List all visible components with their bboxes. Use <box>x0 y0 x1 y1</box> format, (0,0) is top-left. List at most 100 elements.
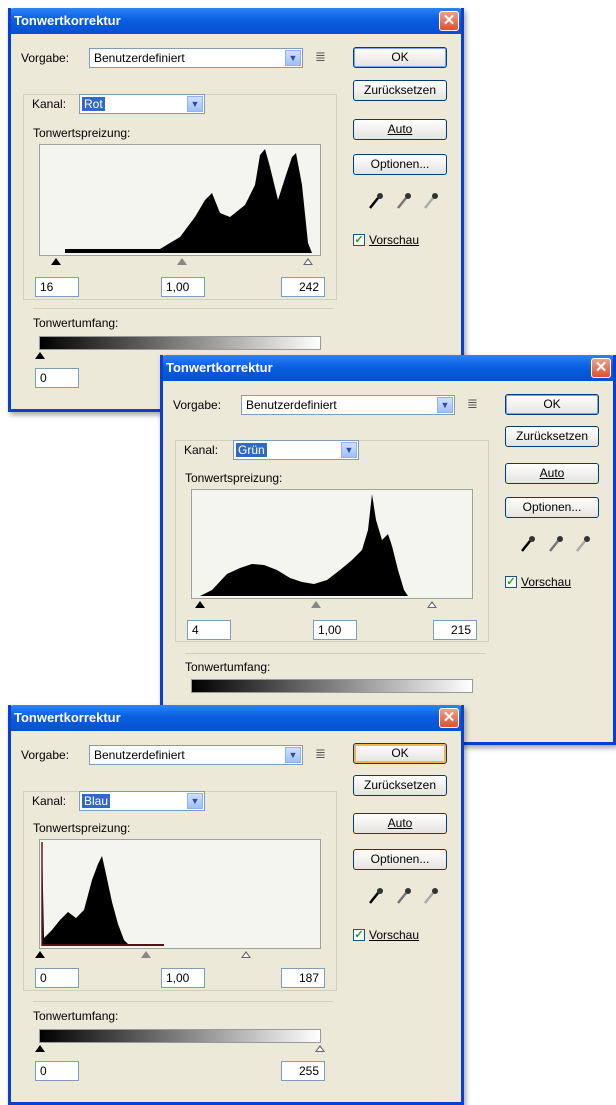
eyedropper-icons[interactable] <box>519 535 595 553</box>
output-black-field[interactable]: 0 <box>35 368 79 388</box>
channel-select[interactable]: Grün ▼ <box>233 440 359 460</box>
preview-label: Vorschau <box>369 233 420 247</box>
input-black-field[interactable]: 16 <box>35 277 79 297</box>
preview-checkbox[interactable]: ✓ <box>505 576 517 588</box>
ok-button[interactable]: OK <box>353 47 447 68</box>
white-eyedropper-icon <box>576 536 590 552</box>
channel-label: Kanal: <box>181 443 222 457</box>
input-gamma-field[interactable]: 1,00 <box>161 277 205 297</box>
input-white-slider[interactable] <box>427 601 437 608</box>
input-black-slider[interactable] <box>51 258 61 265</box>
levels-dialog-red: Tonwertkorrektur ✕ Vorgabe: Benutzerdefi… <box>8 8 464 412</box>
ok-button[interactable]: OK <box>505 394 599 415</box>
input-gamma-slider[interactable] <box>141 951 151 958</box>
input-gamma-slider[interactable] <box>177 258 187 265</box>
input-black-field[interactable]: 0 <box>35 968 79 988</box>
channel-select[interactable]: Blau ▼ <box>79 791 205 811</box>
close-button[interactable]: ✕ <box>439 11 459 31</box>
title-bar[interactable]: Tonwertkorrektur ✕ <box>163 355 613 381</box>
preset-value: Benutzerdefiniert <box>94 51 185 65</box>
options-label: Optionen... <box>370 852 430 866</box>
histogram-graph <box>200 494 408 596</box>
preview-checkbox[interactable]: ✓ <box>353 929 365 941</box>
preset-select[interactable]: Benutzerdefiniert ▼ <box>89 48 303 68</box>
reset-button[interactable]: Zurücksetzen <box>353 80 447 101</box>
options-label: Optionen... <box>522 500 582 514</box>
input-black-slider[interactable] <box>195 601 205 608</box>
chevron-down-icon[interactable]: ▼ <box>285 50 301 66</box>
preview-checkbox[interactable]: ✓ <box>353 234 365 246</box>
output-black-field[interactable]: 0 <box>35 1061 79 1081</box>
input-levels-label: Tonwertspreizung: <box>33 821 131 835</box>
preset-value: Benutzerdefiniert <box>94 748 185 762</box>
close-button[interactable]: ✕ <box>591 358 611 378</box>
ok-button[interactable]: OK <box>353 743 447 764</box>
white-eyedropper-icon <box>424 193 438 209</box>
options-button[interactable]: Optionen... <box>353 154 447 175</box>
preset-value: Benutzerdefiniert <box>246 398 337 412</box>
input-white-field[interactable]: 187 <box>281 968 325 988</box>
eyedropper-group <box>519 535 595 553</box>
preset-menu-icon[interactable]: ≣ <box>315 746 326 762</box>
gray-eyedropper-icon <box>549 536 563 552</box>
preset-select[interactable]: Benutzerdefiniert ▼ <box>89 745 303 765</box>
preset-select[interactable]: Benutzerdefiniert ▼ <box>241 395 455 415</box>
channel-label: Kanal: <box>29 794 70 808</box>
levels-dialog-blue: Tonwertkorrektur ✕ Vorgabe: Benutzerdefi… <box>8 705 464 1105</box>
input-white-slider[interactable] <box>241 951 251 958</box>
output-white-slider[interactable] <box>315 1045 325 1052</box>
output-levels-label: Tonwertumfang: <box>33 1009 119 1023</box>
output-black-slider[interactable] <box>35 352 45 359</box>
chevron-down-icon[interactable]: ▼ <box>437 397 453 413</box>
input-levels-label: Tonwertspreizung: <box>185 471 283 485</box>
input-white-field[interactable]: 215 <box>433 620 477 640</box>
auto-button[interactable]: Auto <box>353 813 447 834</box>
output-black-slider[interactable] <box>35 1045 45 1052</box>
black-eyedropper-icon <box>521 536 535 552</box>
chevron-down-icon[interactable]: ▼ <box>341 442 357 458</box>
title-bar[interactable]: Tonwertkorrektur ✕ <box>11 8 461 34</box>
preset-menu-icon[interactable]: ≣ <box>467 396 478 412</box>
output-gradient <box>39 1029 321 1043</box>
chevron-down-icon[interactable]: ▼ <box>187 793 203 809</box>
input-white-slider[interactable] <box>303 258 313 265</box>
auto-label: Auto <box>539 466 565 480</box>
options-button[interactable]: Optionen... <box>353 849 447 870</box>
gray-eyedropper-icon <box>397 193 411 209</box>
auto-button[interactable]: Auto <box>353 119 447 140</box>
chevron-down-icon[interactable]: ▼ <box>285 747 301 763</box>
reset-button[interactable]: Zurücksetzen <box>353 775 447 796</box>
input-gamma-field[interactable]: 1,00 <box>161 968 205 988</box>
close-button[interactable]: ✕ <box>439 708 459 728</box>
output-levels-label: Tonwertumfang: <box>185 660 271 674</box>
input-black-slider[interactable] <box>35 951 45 958</box>
preview-label: Vorschau <box>521 575 572 589</box>
input-levels-label: Tonwertspreizung: <box>33 126 131 140</box>
eyedropper-icons[interactable] <box>367 192 443 210</box>
output-gradient <box>191 679 473 693</box>
dialog-title: Tonwertkorrektur <box>14 710 121 725</box>
preset-menu-icon[interactable]: ≣ <box>315 49 326 65</box>
divider <box>33 308 333 309</box>
gray-eyedropper-icon <box>397 888 411 904</box>
eyedropper-group <box>367 192 443 210</box>
eyedropper-icons[interactable] <box>367 887 443 905</box>
chevron-down-icon[interactable]: ▼ <box>187 96 203 112</box>
auto-button[interactable]: Auto <box>505 463 599 484</box>
input-gamma-field[interactable]: 1,00 <box>313 620 357 640</box>
channel-value: Blau <box>82 794 111 808</box>
output-white-field[interactable]: 255 <box>281 1061 325 1081</box>
input-gamma-slider[interactable] <box>311 601 321 608</box>
input-black-field[interactable]: 4 <box>187 620 231 640</box>
output-gradient <box>39 336 321 350</box>
title-bar[interactable]: Tonwertkorrektur ✕ <box>11 705 461 731</box>
input-white-field[interactable]: 242 <box>281 277 325 297</box>
black-eyedropper-icon <box>369 888 383 904</box>
reset-button[interactable]: Zurücksetzen <box>505 426 599 447</box>
white-eyedropper-icon <box>424 888 438 904</box>
output-levels-label: Tonwertumfang: <box>33 316 119 330</box>
channel-select[interactable]: Rot ▼ <box>79 94 205 114</box>
options-button[interactable]: Optionen... <box>505 497 599 518</box>
preset-label: Vorgabe: <box>21 51 70 65</box>
auto-label: Auto <box>387 122 413 136</box>
